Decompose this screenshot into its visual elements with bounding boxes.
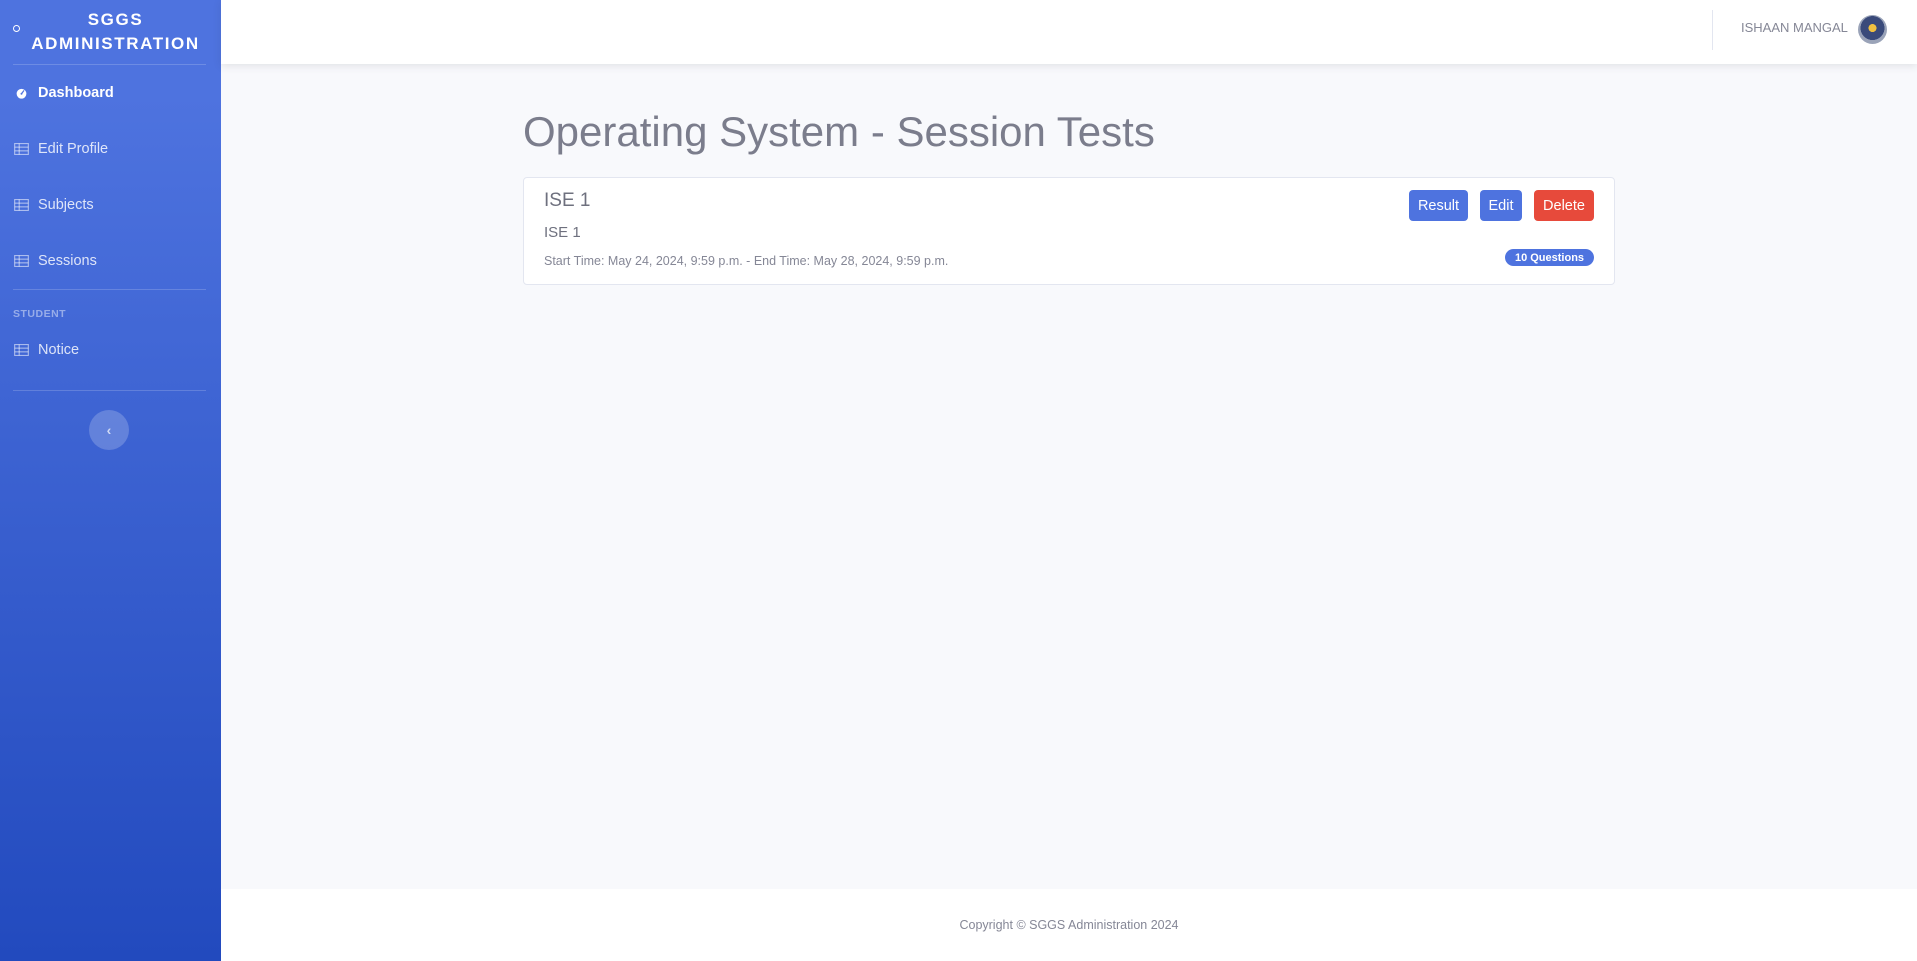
sidebar-divider — [13, 390, 206, 391]
table-icon — [14, 255, 29, 267]
sidebar-heading: STUDENT — [13, 308, 67, 320]
table-icon — [14, 143, 29, 155]
page-title: Operating System - Session Tests — [523, 108, 1155, 155]
copyright-text: Copyright © SGGS Administration 2024 — [959, 918, 1179, 932]
sidebar-item-sessions[interactable]: Sessions — [0, 233, 221, 289]
avatar[interactable] — [1858, 15, 1887, 44]
sidebar-item-label: Dashboard — [38, 85, 114, 101]
sidebar-item-dashboard[interactable]: Dashboard — [0, 65, 221, 121]
topbar: ISHAAN MANGAL — [221, 0, 1917, 64]
tachometer-icon — [16, 88, 27, 99]
sidebar-item-notice[interactable]: Notice — [0, 322, 221, 378]
sidebar-item-label: Edit Profile — [38, 141, 109, 157]
test-description: ISE 1 — [544, 224, 581, 241]
brand-line-1: SGGS — [87, 10, 144, 29]
chevron-left-icon: ‹ — [106, 422, 112, 438]
sidebar-item-subjects[interactable]: Subjects — [0, 177, 221, 233]
sidebar-item-edit-profile[interactable]: Edit Profile — [0, 121, 221, 177]
table-icon — [14, 344, 29, 356]
topbar-divider — [1712, 10, 1713, 50]
sidebar-item-label: Subjects — [38, 197, 94, 213]
delete-button[interactable]: Delete — [1534, 190, 1594, 221]
brand-text: SGGS ADMINISTRATION — [21, 8, 199, 56]
table-icon — [14, 199, 29, 211]
edit-button[interactable]: Edit — [1480, 190, 1522, 221]
result-button[interactable]: Result — [1409, 190, 1468, 221]
footer: Copyright © SGGS Administration 2024 — [221, 889, 1917, 961]
brand-logo-icon — [13, 25, 20, 32]
sidebar-item-label: Notice — [38, 342, 80, 358]
test-title: ISE 1 — [544, 190, 591, 211]
questions-badge: 10 Questions — [1505, 249, 1594, 266]
sidebar-toggle-button[interactable]: ‹ — [89, 410, 129, 450]
user-name[interactable]: ISHAAN MANGAL — [1741, 20, 1848, 35]
brand-line-2: ADMINISTRATION — [31, 34, 200, 53]
test-card: ISE 1 ISE 1 Start Time: May 24, 2024, 9:… — [523, 177, 1615, 285]
sidebar: SGGS ADMINISTRATION Dashboard Edit Profi… — [0, 0, 221, 961]
sidebar-item-label: Sessions — [38, 253, 97, 269]
sidebar-brand[interactable]: SGGS ADMINISTRATION — [0, 0, 221, 64]
test-times: Start Time: May 24, 2024, 9:59 p.m. - En… — [544, 254, 949, 268]
